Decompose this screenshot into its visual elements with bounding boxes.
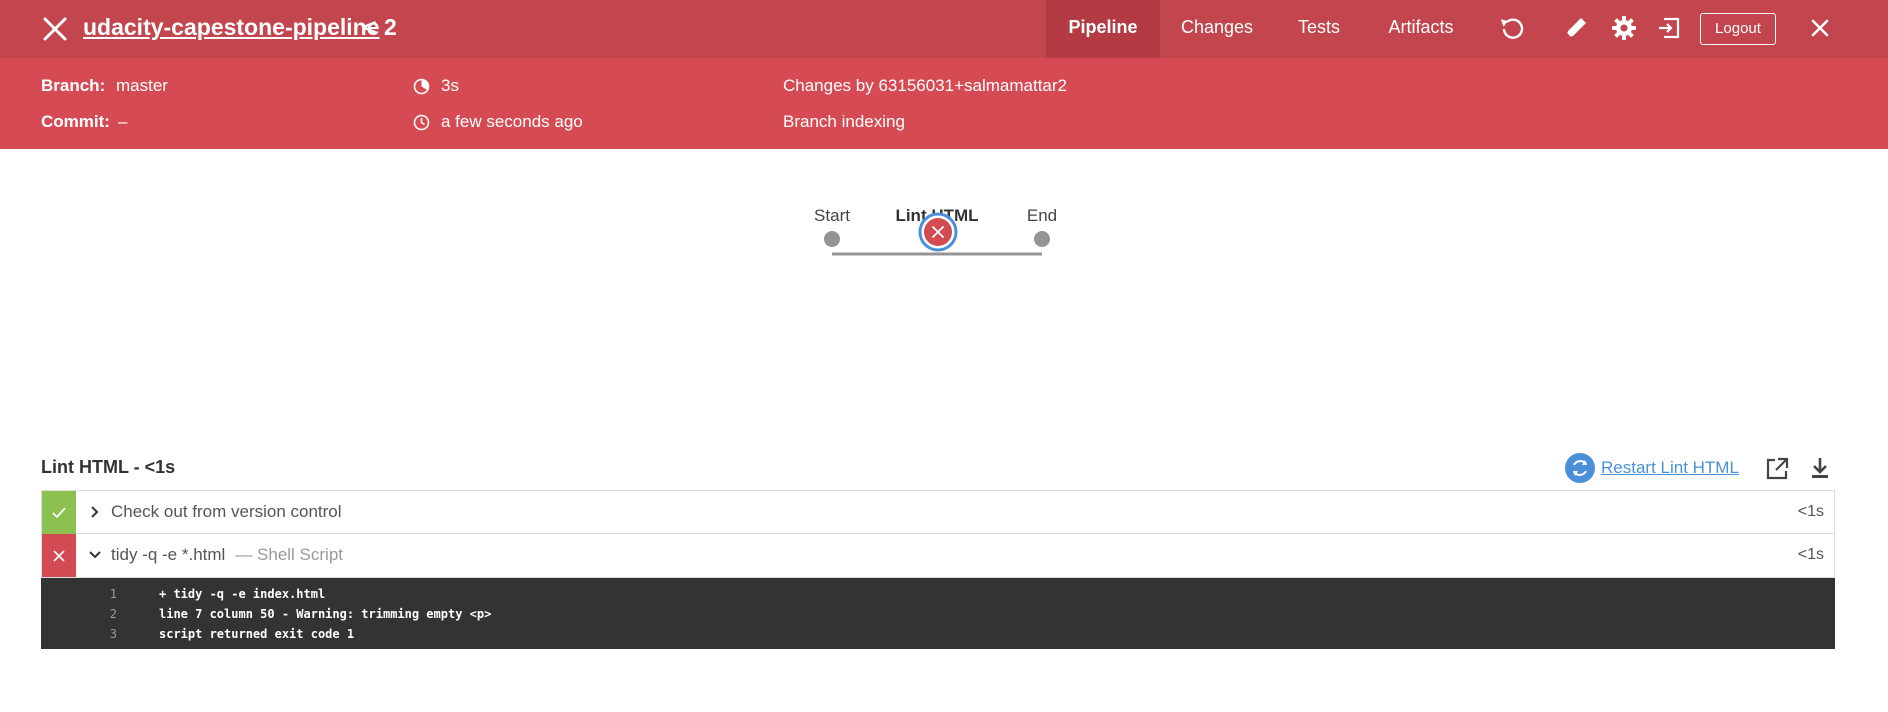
duration-icon: [413, 78, 430, 95]
restart-stage-label[interactable]: Restart Lint HTML: [1601, 458, 1739, 478]
close-icon[interactable]: [1806, 14, 1834, 42]
chevron-right-icon[interactable]: [88, 505, 102, 519]
edit-icon[interactable]: [1562, 14, 1590, 42]
commit-value: –: [118, 112, 128, 131]
x-icon: [53, 550, 65, 562]
step-list: Check out from version control <1s tidy …: [41, 490, 1835, 578]
tab-pipeline[interactable]: Pipeline: [1046, 0, 1160, 58]
stage-label-end: End: [1026, 206, 1058, 225]
step-log-output: 1 + tidy -q -e index.html 2 line 7 colum…: [41, 578, 1835, 649]
clock-icon: [413, 114, 430, 131]
tab-changes[interactable]: Changes: [1160, 0, 1274, 58]
gear-icon[interactable]: [1610, 14, 1638, 42]
step-duration: <1s: [1797, 546, 1824, 563]
changes-by: Changes by 63156031+salmamattar2: [783, 76, 1067, 95]
log-line-text: line 7 column 50 - Warning: trimming emp…: [159, 607, 492, 621]
started-value: a few seconds ago: [441, 112, 583, 131]
step-title[interactable]: tidy -q -e *.html — Shell Script: [111, 545, 343, 565]
replay-icon[interactable]: [1498, 14, 1526, 42]
chevron-down-icon[interactable]: [88, 548, 102, 562]
exit-icon[interactable]: [1656, 14, 1684, 42]
run-number: 2: [384, 14, 397, 40]
commit-label: Commit:: [41, 112, 110, 131]
log-line: 2 line 7 column 50 - Warning: trimming e…: [41, 605, 1835, 625]
logout-button[interactable]: Logout: [1700, 13, 1776, 45]
tab-artifacts[interactable]: Artifacts: [1364, 0, 1478, 58]
download-icon[interactable]: [1808, 456, 1832, 480]
step-row-checkout[interactable]: Check out from version control <1s: [42, 491, 1834, 534]
restart-stage-link[interactable]: Restart Lint HTML: [1565, 453, 1739, 483]
log-line-text: + tidy -q -e index.html: [159, 587, 326, 601]
pipeline-title-link[interactable]: udacity-capestone-pipeline: [83, 14, 380, 41]
header-bar: udacity-capestone-pipeline < 2 Pipeline …: [0, 0, 1888, 58]
branch-value: master: [116, 76, 168, 95]
duration-value: 3s: [441, 76, 459, 95]
step-command[interactable]: tidy -q -e *.html: [111, 545, 225, 564]
run-separator: <: [363, 14, 377, 40]
log-line-number[interactable]: 3: [81, 627, 117, 641]
log-line-number[interactable]: 2: [81, 607, 117, 621]
build-cause: Branch indexing: [783, 112, 905, 131]
branch-label: Branch:: [41, 76, 106, 95]
run-info-bar: Branch: master Commit: – 3s a few second…: [0, 58, 1888, 149]
step-title[interactable]: Check out from version control: [111, 502, 342, 522]
stage-node-lint-html[interactable]: [918, 212, 958, 252]
step-row-tidy[interactable]: tidy -q -e *.html — Shell Script <1s: [42, 534, 1834, 577]
stage-node-end: [1034, 231, 1050, 247]
stage-label-start: Start: [814, 206, 850, 225]
pipeline-graph: Start Lint HTML End: [0, 149, 1888, 449]
log-line-text: script returned exit code 1: [159, 627, 355, 641]
tab-bar: Pipeline Changes Tests Artifacts: [1046, 0, 1478, 58]
step-status-success: [42, 491, 76, 534]
log-line: 1 + tidy -q -e index.html: [41, 585, 1835, 605]
log-line: 3 script returned exit code 1: [41, 625, 1835, 645]
stage-node-start: [824, 231, 840, 247]
stage-detail-title: Lint HTML - <1s: [41, 457, 176, 477]
step-duration: <1s: [1797, 503, 1824, 520]
log-line-number[interactable]: 1: [81, 587, 117, 601]
tab-tests[interactable]: Tests: [1274, 0, 1364, 58]
step-status-failed: [42, 534, 76, 577]
open-external-icon[interactable]: [1764, 456, 1790, 482]
step-type: — Shell Script: [235, 545, 344, 564]
check-icon: [52, 507, 66, 519]
close-icon[interactable]: [40, 14, 70, 44]
restart-icon[interactable]: [1565, 453, 1595, 483]
